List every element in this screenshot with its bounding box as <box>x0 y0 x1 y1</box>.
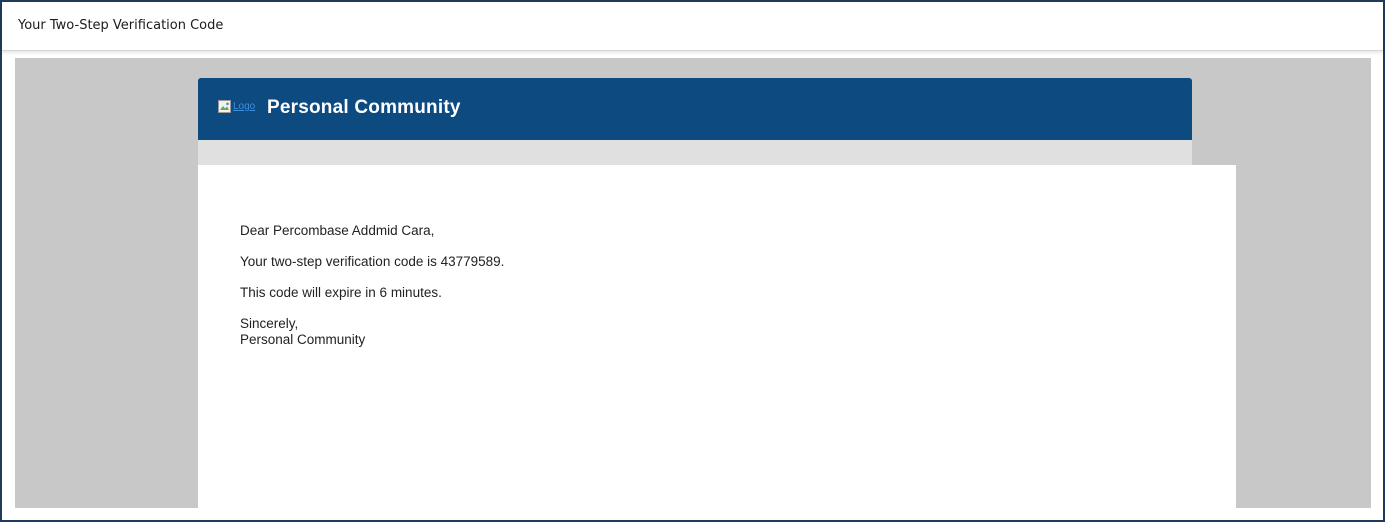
verification-code-text: Your two-step verification code is 43779… <box>240 254 505 269</box>
email-message: Dear Percombase Addmid Cara, Your two-st… <box>240 223 504 348</box>
expiry-text: This code will expire in 6 minutes. <box>240 285 442 300</box>
email-header-subband <box>198 140 1192 165</box>
brand-name: Personal Community <box>267 97 461 118</box>
logo-image[interactable]: Logo <box>218 100 255 114</box>
email-header-banner: Logo Personal Community <box>198 78 1192 140</box>
signoff-text: Sincerely, <box>240 316 299 331</box>
email-preview-pane[interactable]: Logo Personal Community Dear Percombase … <box>15 58 1371 508</box>
email-viewer-frame: Your Two-Step Verification Code Logo Per… <box>0 0 1385 522</box>
logo-alt-text[interactable]: Logo <box>233 100 255 114</box>
signature-text: Personal Community <box>240 332 366 347</box>
broken-image-icon <box>218 100 232 114</box>
greeting-text: Dear Percombase Addmid Cara, <box>240 223 435 238</box>
title-bar: Your Two-Step Verification Code <box>2 2 1383 51</box>
email-subject-title: Your Two-Step Verification Code <box>18 18 224 33</box>
email-body: Dear Percombase Addmid Cara, Your two-st… <box>198 165 1236 508</box>
signoff-block: Sincerely, Personal Community <box>240 316 504 348</box>
